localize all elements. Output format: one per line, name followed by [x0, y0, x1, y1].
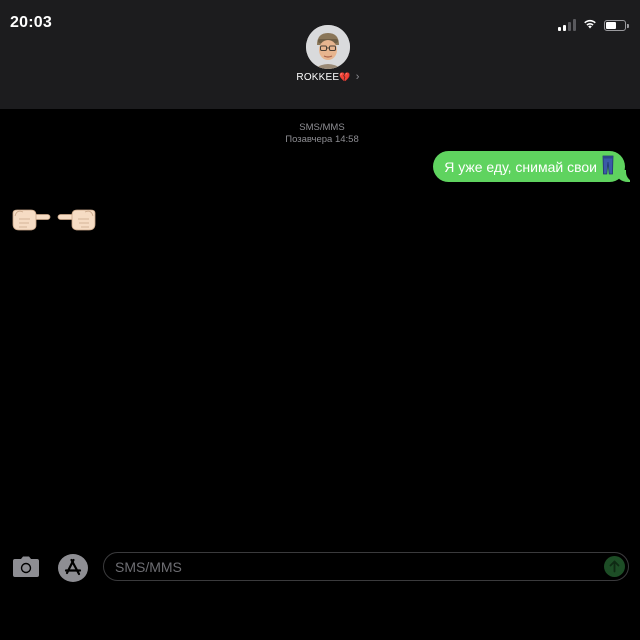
- status-time: 20:03: [10, 14, 52, 31]
- chevron-right-icon: ›: [355, 71, 360, 83]
- camera-button[interactable]: [12, 556, 40, 583]
- message-text: Я уже еду, снимай свои: [444, 158, 597, 175]
- wifi-icon: [583, 16, 597, 34]
- outgoing-message-bubble[interactable]: Я уже еду, снимай свои: [433, 151, 636, 182]
- service-label: SMS/MMS: [299, 122, 345, 133]
- pointing-left-hand-icon: [57, 203, 97, 238]
- send-button[interactable]: [604, 556, 625, 577]
- broken-heart-icon: 💔: [339, 72, 351, 82]
- camera-icon: [13, 556, 39, 577]
- battery-icon: [604, 19, 629, 31]
- app-store-icon: [64, 558, 82, 576]
- app-store-button[interactable]: [58, 554, 88, 582]
- memoji-avatar-icon: [306, 25, 350, 69]
- message-meta: SMS/MMS Позавчера 14:58: [0, 122, 640, 146]
- cellular-signal-icon: [558, 19, 576, 31]
- contact-name-button[interactable]: ROKKEE💔 ›: [0, 71, 640, 83]
- jeans-icon: [602, 155, 614, 178]
- message-input-placeholder: SMS/MMS: [115, 559, 182, 575]
- pointing-right-hand-icon: [11, 203, 51, 238]
- messages-screen: 20:03 ROKKEE💔 › SMS/MMS Позавчера 14:58 …: [0, 0, 640, 640]
- message-input[interactable]: SMS/MMS: [103, 552, 629, 581]
- contact-avatar[interactable]: [306, 25, 350, 69]
- status-icons: [558, 16, 629, 34]
- conversation-header: 20:03 ROKKEE💔 ›: [0, 0, 640, 109]
- contact-name: ROKKEE: [296, 72, 340, 83]
- send-arrow-icon: [609, 560, 620, 573]
- incoming-emoji-message[interactable]: [11, 203, 97, 238]
- battery-level: [606, 21, 616, 29]
- message-timestamp: Позавчера 14:58: [285, 134, 359, 145]
